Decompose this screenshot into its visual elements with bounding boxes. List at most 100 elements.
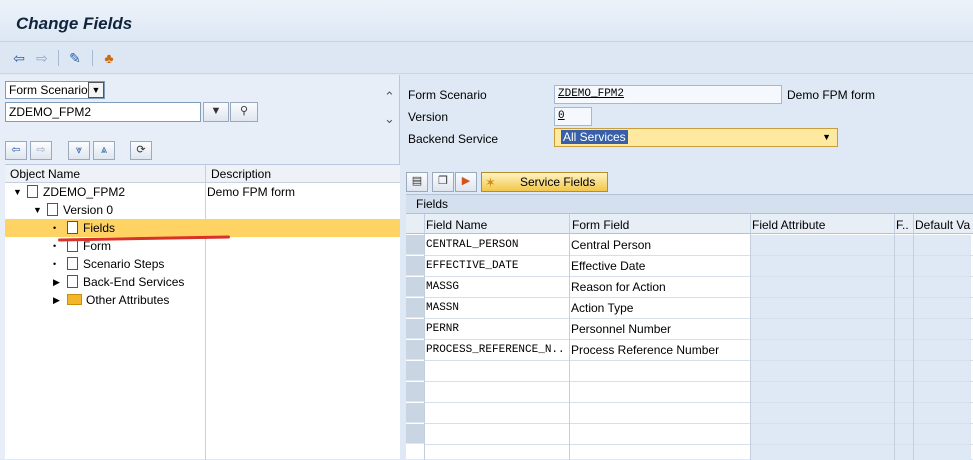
form-scenario-label: Form Scenario [408, 88, 487, 102]
field-name-cell: CENTRAL_PERSON [426, 239, 519, 251]
form-field-cell: Action Type [571, 301, 634, 315]
row-selector[interactable] [406, 277, 424, 297]
toolbar-separator [58, 50, 59, 66]
row-selector[interactable] [406, 298, 424, 318]
row-selector[interactable] [406, 340, 424, 360]
expand-triangle-icon[interactable]: ▼ [13, 183, 22, 201]
backend-service-value: All Services [561, 130, 628, 144]
field-name-cell: MASSG [426, 281, 460, 293]
refresh-button[interactable]: ⟳ [130, 141, 152, 160]
tree-item-label: Other Attributes [86, 293, 170, 307]
default-value-header[interactable]: Default Va [915, 218, 970, 232]
fields-table: Fields Field Name Form Field Field Attri… [406, 194, 973, 460]
display-glasses-icon[interactable]: ⚲ [230, 102, 258, 122]
tree-item-fields[interactable]: • Fields [5, 219, 400, 237]
version-field[interactable]: 0 [554, 107, 592, 126]
row-selector[interactable] [406, 361, 424, 381]
form-field-cell: Reason for Action [571, 280, 666, 294]
object-tree: Object Name Description ▼ ZDEMO_FPM2 Dem… [5, 164, 400, 460]
row-selector[interactable] [406, 382, 424, 402]
field-attribute-header[interactable]: Field Attribute [752, 218, 825, 232]
column-divider [913, 214, 914, 460]
details-icon[interactable]: ▤ [406, 172, 428, 192]
backend-service-label: Backend Service [408, 132, 499, 146]
row-selector[interactable] [406, 319, 424, 339]
field-name-cell: MASSN [426, 302, 460, 314]
fields-table-header: Field Name Form Field Field Attribute F.… [406, 214, 973, 234]
table-row[interactable]: PERNR Personnel Number [424, 319, 973, 340]
expand-triangle-icon[interactable]: ▶ [53, 273, 60, 291]
copy-icon[interactable]: ❐ [432, 172, 454, 192]
f-header[interactable]: F.. [896, 218, 909, 232]
expand-triangle-icon[interactable]: ▶ [53, 291, 60, 309]
table-row[interactable]: MASSN Action Type [424, 298, 973, 319]
tree-item-label: Form [83, 239, 111, 253]
collapse-all-button[interactable]: ⩓ [93, 141, 115, 160]
version-value: 0 [558, 110, 565, 122]
chevron-down-icon[interactable]: ▼ [88, 82, 104, 98]
dropdown-button[interactable]: ▼ [203, 102, 229, 122]
back-arrow-icon[interactable]: ⇦ [10, 50, 28, 66]
service-fields-label: Service Fields [520, 175, 596, 189]
object-type-value: Form Scenario [9, 83, 88, 97]
expand-all-button[interactable]: ⩔ [68, 141, 90, 160]
nav-back-button[interactable]: ⇦ [5, 141, 27, 160]
form-field-cell: Personnel Number [571, 322, 672, 336]
tree-item-label: Scenario Steps [83, 257, 165, 271]
table-row[interactable]: PROCESS_REFERENCE_N.. Process Reference … [424, 340, 973, 361]
form-scenario-value: ZDEMO_FPM2 [558, 88, 625, 100]
row-selector[interactable] [406, 424, 424, 444]
table-row[interactable]: CENTRAL_PERSON Central Person [424, 235, 973, 256]
tree-item-version[interactable]: ▼ Version 0 [5, 201, 400, 219]
service-fields-button[interactable]: ✶ Service Fields [481, 172, 608, 192]
form-field-cell: Process Reference Number [571, 343, 720, 357]
tree-item-scenario[interactable]: ▼ ZDEMO_FPM2 Demo FPM form [5, 183, 400, 201]
edit-display-icon[interactable]: ✎ [66, 50, 84, 66]
row-selector[interactable] [406, 235, 424, 255]
tree-item-label: Back-End Services [83, 275, 185, 289]
tree-item-backend-services[interactable]: ▶ Back-End Services [5, 273, 400, 291]
tree-item-other-attributes[interactable]: ▶ Other Attributes [5, 291, 400, 309]
tree-header: Object Name Description [5, 165, 400, 183]
table-row[interactable] [424, 424, 973, 445]
table-row[interactable]: MASSG Reason for Action [424, 277, 973, 298]
expand-triangle-icon[interactable]: ▼ [33, 201, 42, 219]
table-row[interactable] [424, 361, 973, 382]
row-selector[interactable] [406, 403, 424, 423]
insert-icon[interactable]: ▶ [455, 172, 477, 192]
scroll-down-icon[interactable]: ⌄ [384, 111, 395, 127]
tree-item-scenario-steps[interactable]: • Scenario Steps [5, 255, 400, 273]
leaf-bullet-icon: • [53, 259, 57, 269]
scroll-up-icon[interactable]: ⌃ [384, 89, 395, 105]
object-navigator-pane: Form Scenario ▼ ZDEMO_FPM2 ▼ ⚲ ⌃ ⌄ ⇦ ⇨ ⩔… [0, 75, 400, 460]
row-selector[interactable] [406, 256, 424, 276]
field-name-header[interactable]: Field Name [426, 218, 487, 232]
document-icon [47, 203, 58, 217]
backend-service-select[interactable]: All Services ▼ [554, 128, 838, 147]
table-row[interactable] [424, 403, 973, 424]
table-row[interactable]: EFFECTIVE_DATE Effective Date [424, 256, 973, 277]
fields-table-title: Fields [406, 195, 973, 214]
form-field-header[interactable]: Form Field [572, 218, 629, 232]
field-name-cell: PERNR [426, 323, 460, 335]
form-field-cell: Central Person [571, 238, 652, 252]
document-icon [27, 185, 38, 199]
object-name-value: ZDEMO_FPM2 [9, 105, 92, 119]
form-scenario-description: Demo FPM form [787, 88, 876, 102]
column-divider [894, 214, 895, 460]
folder-icon [67, 294, 82, 306]
tree-item-label: Fields [83, 221, 116, 235]
form-scenario-field[interactable]: ZDEMO_FPM2 [554, 85, 782, 104]
hierarchy-icon[interactable]: ♣ [100, 50, 118, 66]
object-name-input[interactable]: ZDEMO_FPM2 [5, 102, 201, 122]
nav-forward-button[interactable]: ⇨ [30, 141, 52, 160]
table-row[interactable] [424, 382, 973, 403]
column-divider [569, 214, 570, 460]
column-divider [424, 214, 425, 460]
application-toolbar: ⇦ ⇨ ✎ ♣ [0, 42, 973, 74]
page-title: Change Fields [16, 14, 133, 33]
toolbar-separator [92, 50, 93, 66]
chevron-down-icon[interactable]: ▼ [822, 129, 831, 146]
form-field-cell: Effective Date [571, 259, 646, 273]
forward-arrow-icon[interactable]: ⇨ [33, 50, 51, 66]
